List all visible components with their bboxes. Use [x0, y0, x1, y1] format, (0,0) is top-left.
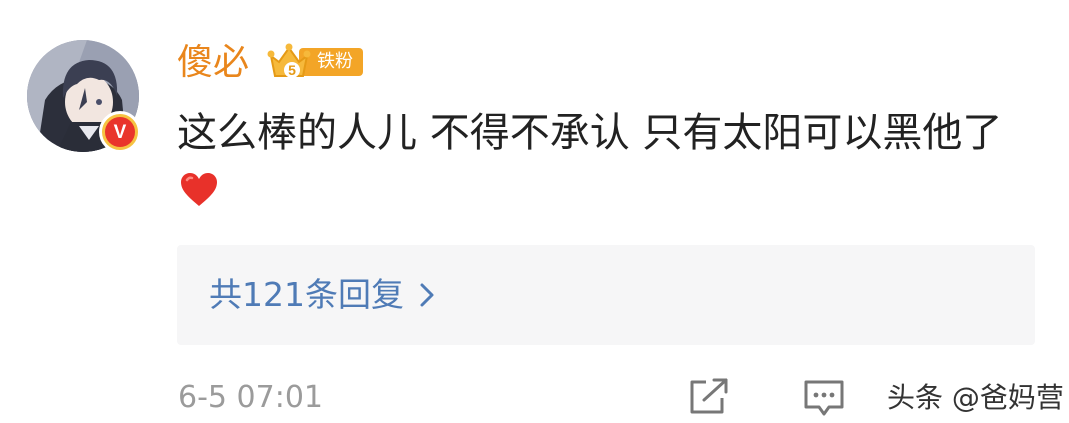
fan-badge[interactable]: 铁粉 5 [267, 42, 363, 80]
watermark: 头条 @爸妈营 [887, 381, 1064, 414]
replies-count-label: 共121条回复 [209, 275, 404, 314]
username[interactable]: 傻必 [177, 40, 249, 86]
fan-level: 5 [288, 62, 296, 78]
replies-panel[interactable]: 共121条回复 [177, 245, 1035, 345]
heart-emoji-icon [181, 173, 217, 206]
comment-text: 这么棒的人儿 不得不承认 只有太阳可以黑他了 [177, 110, 1003, 156]
share-icon[interactable] [688, 378, 730, 416]
view-replies-link[interactable]: 共121条回复 [209, 273, 436, 317]
comment-body: 这么棒的人儿 不得不承认 只有太阳可以黑他了 [177, 104, 1037, 220]
chevron-right-icon [420, 283, 434, 307]
comment-icon[interactable] [803, 379, 845, 417]
verified-badge-icon: V [99, 111, 141, 153]
verified-badge-letter: V [105, 117, 135, 147]
comment-timestamp: 6-5 07:01 [178, 380, 323, 415]
crown-icon: 5 [267, 43, 311, 78]
